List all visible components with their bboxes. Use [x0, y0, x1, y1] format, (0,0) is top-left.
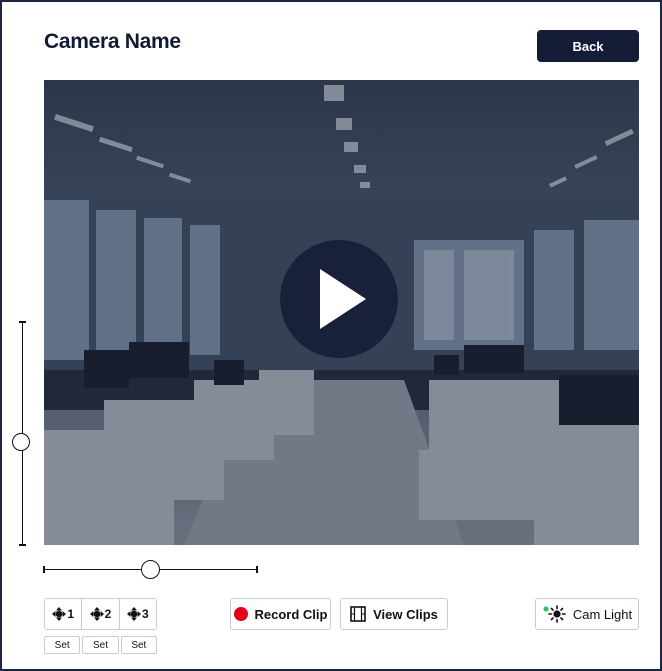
pan-slider-thumb[interactable]: [141, 560, 160, 579]
video-player[interactable]: [44, 80, 639, 545]
record-clip-button[interactable]: Record Clip: [230, 598, 331, 630]
tilt-slider-end: [19, 321, 26, 323]
back-button[interactable]: Back: [537, 30, 639, 62]
tilt-slider-end: [19, 544, 26, 546]
preset-button-1[interactable]: 1: [45, 599, 83, 629]
preset-label: 1: [67, 607, 74, 621]
set-preset-1-button[interactable]: Set: [44, 636, 81, 654]
preset-label: 2: [104, 607, 112, 621]
film-strip-icon: [350, 606, 366, 622]
preset-label: 3: [141, 607, 149, 621]
camera-name-title: Camera Name: [44, 30, 181, 53]
view-clips-button[interactable]: View Clips: [340, 598, 448, 630]
preset-positions: 1 2 3: [44, 598, 157, 630]
preset-button-2[interactable]: 2: [82, 599, 120, 629]
pan-slider-end: [43, 566, 45, 573]
crosshair-move-icon: [89, 607, 104, 621]
crosshair-move-icon: [52, 607, 67, 621]
record-clip-label: Record Clip: [254, 606, 328, 622]
preset-set-row: Set Set Set: [44, 636, 157, 654]
crosshair-move-icon: [126, 607, 141, 621]
play-icon: [320, 269, 366, 329]
play-button[interactable]: [280, 240, 398, 358]
record-dot-icon: [233, 607, 248, 621]
set-preset-2-button[interactable]: Set: [82, 636, 119, 654]
cam-light-button[interactable]: Cam Light: [535, 598, 639, 630]
pan-slider-end: [256, 566, 258, 573]
view-clips-label: View Clips: [373, 606, 438, 622]
light-on-icon: [543, 605, 566, 623]
cam-light-label: Cam Light: [572, 606, 633, 622]
set-preset-3-button[interactable]: Set: [120, 636, 157, 654]
preset-button-3[interactable]: 3: [120, 599, 156, 629]
